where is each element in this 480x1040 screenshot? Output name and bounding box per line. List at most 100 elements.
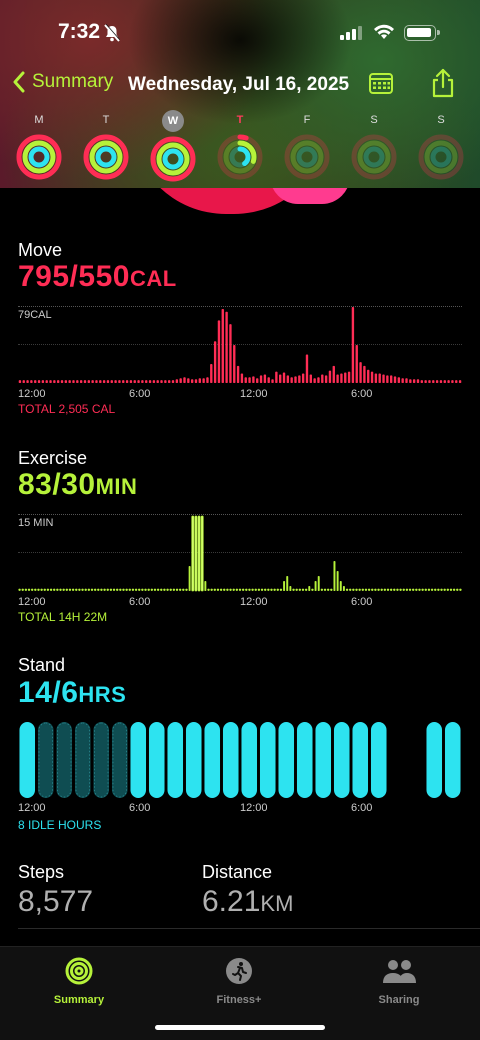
- calendar-icon[interactable]: [368, 70, 394, 101]
- move-bar-5: [37, 380, 41, 383]
- exercise-bar-6: [37, 588, 40, 591]
- stand-x-tick-3: 6:00: [351, 802, 373, 814]
- move-bar-72: [294, 376, 297, 383]
- move-bar-22: [102, 380, 106, 383]
- activity-rings-icon: [418, 134, 464, 180]
- move-bar-0: [18, 380, 22, 383]
- day-label: T: [102, 114, 110, 126]
- back-label: Summary: [32, 71, 114, 92]
- move-bar-33: [145, 380, 148, 383]
- move-bar-63: [259, 375, 263, 383]
- exercise-bar-17: [71, 588, 75, 591]
- stand-bar-8: [167, 722, 184, 798]
- exercise-bar-103: [342, 586, 345, 591]
- move-bar-68: [279, 374, 282, 383]
- exercise-bar-7: [40, 588, 43, 591]
- move-bar-89: [359, 362, 362, 383]
- move-bar-87: [351, 307, 355, 383]
- exercise-bar-70: [238, 588, 242, 591]
- move-bar-61: [252, 376, 255, 383]
- move-bar-104: [416, 379, 420, 383]
- tab-sharing[interactable]: Sharing: [339, 957, 459, 1006]
- exercise-bar-65: [223, 588, 226, 591]
- exercise-bar-40: [144, 588, 147, 591]
- move-bar-14: [72, 380, 75, 383]
- move-bar-1: [22, 380, 25, 383]
- tab-summary[interactable]: Summary: [19, 957, 139, 1006]
- day-5: S: [350, 110, 398, 180]
- exercise-bar-67: [229, 588, 232, 591]
- move-bar-23: [106, 380, 110, 383]
- day-1[interactable]: T: [82, 110, 130, 180]
- exercise-bar-55: [191, 515, 195, 592]
- move-bar-26: [118, 380, 121, 383]
- move-bar-27: [122, 380, 125, 383]
- stand-x-tick-1: 6:00: [129, 802, 151, 814]
- exercise-bar-26: [100, 588, 103, 591]
- exercise-bar-24: [93, 588, 97, 591]
- move-bar-56: [233, 345, 236, 383]
- exercise-bar-38: [138, 588, 141, 591]
- exercise-x-tick-3: 6:00: [351, 596, 373, 608]
- exercise-bar-134: [440, 588, 443, 591]
- exercise-bar-66: [226, 588, 229, 591]
- move-bar-28: [125, 380, 129, 383]
- move-bar-115: [458, 380, 462, 383]
- exercise-bar-60: [207, 588, 210, 591]
- stand-bar-22: [426, 722, 443, 798]
- stand-bar-4: [93, 722, 110, 798]
- distance-block[interactable]: Distance 6.21KM: [202, 862, 293, 919]
- exercise-bar-105: [349, 588, 352, 591]
- day-3[interactable]: T: [216, 110, 264, 180]
- exercise-chart: 15 MIN: [18, 514, 462, 592]
- exercise-bar-69: [235, 588, 239, 591]
- distance-number: 6.21: [202, 885, 261, 918]
- exercise-bar-127: [418, 588, 421, 591]
- status-time: 7:32: [58, 20, 101, 43]
- exercise-bar-39: [141, 588, 144, 591]
- stand-x-tick-0: 12:00: [18, 802, 46, 814]
- move-bar-2: [26, 380, 29, 383]
- stand-bar-7: [148, 722, 165, 798]
- stand-bar-5: [111, 722, 128, 798]
- exercise-bar-3: [27, 588, 31, 591]
- move-bar-30: [133, 380, 136, 383]
- exercise-bar-81: [273, 588, 276, 591]
- exercise-bar-89: [298, 588, 302, 591]
- tab-fitness-plus[interactable]: Fitness+: [179, 957, 299, 1006]
- exercise-bar-44: [156, 588, 160, 591]
- exercise-bar-109: [361, 588, 365, 591]
- move-bars: [18, 307, 462, 383]
- exercise-x-tick-1: 6:00: [129, 596, 151, 608]
- move-bar-41: [175, 379, 179, 383]
- exercise-bar-96: [320, 588, 324, 591]
- exercise-bar-5: [34, 588, 37, 591]
- share-icon[interactable]: [430, 68, 456, 103]
- exercise-bar-48: [169, 588, 172, 591]
- stand-bar-17: [333, 722, 350, 798]
- move-bar-69: [282, 372, 286, 383]
- exercise-bar-11: [53, 588, 56, 591]
- stand-bar-1: [37, 722, 54, 798]
- move-bar-84: [340, 373, 343, 383]
- move-bar-106: [424, 380, 427, 383]
- exercise-x-tick-2: 12:00: [240, 596, 268, 608]
- steps-block[interactable]: Steps 8,577: [18, 862, 93, 919]
- back-button[interactable]: Summary: [12, 71, 113, 93]
- day-0[interactable]: M: [15, 110, 63, 180]
- move-bar-53: [221, 308, 224, 383]
- move-bar-54: [225, 311, 228, 383]
- move-bar-50: [210, 364, 213, 383]
- activity-rings-icon: [150, 136, 196, 182]
- move-bar-101: [405, 378, 408, 383]
- day-2[interactable]: W: [149, 110, 197, 182]
- move-bar-17: [83, 380, 87, 383]
- stand-bar-13: [259, 722, 276, 798]
- day-label: W: [162, 110, 184, 132]
- exercise-bar-4: [30, 588, 34, 591]
- move-bar-105: [420, 380, 423, 383]
- move-bar-21: [99, 380, 102, 383]
- exercise-bar-113: [374, 588, 377, 591]
- exercise-bar-47: [166, 588, 169, 591]
- exercise-bar-32: [119, 588, 122, 591]
